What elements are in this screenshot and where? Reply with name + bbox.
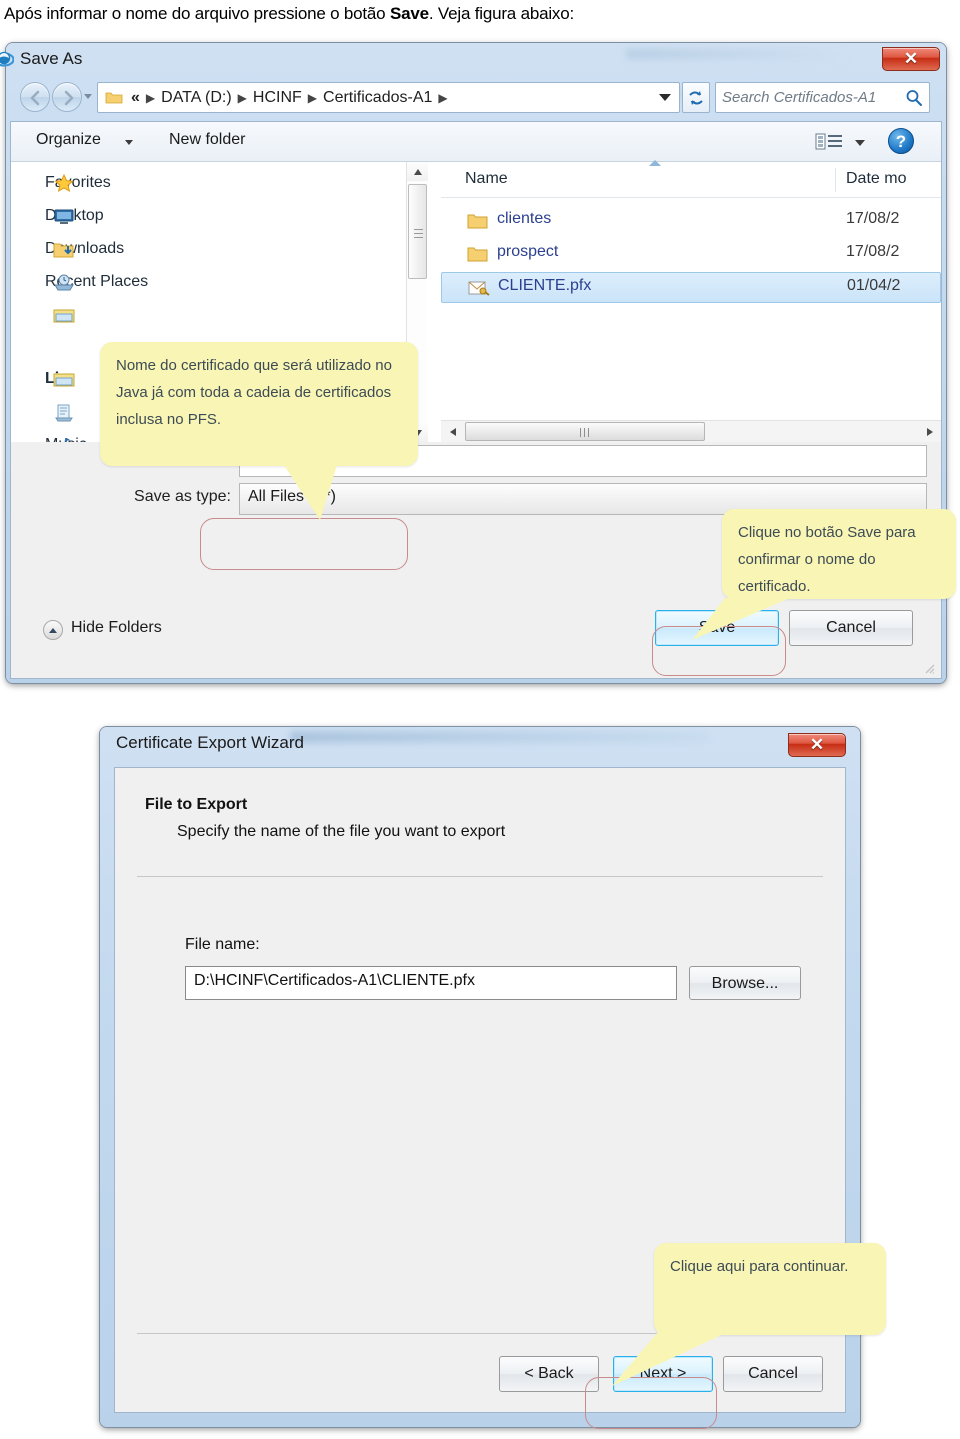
crumb-separator-1 <box>235 91 250 105</box>
callout-certificate-name-text: Nome do certificado que será utilizado n… <box>116 357 392 428</box>
libraries-icon <box>53 370 75 390</box>
forward-button[interactable] <box>52 82 82 112</box>
table-row[interactable]: prospect 17/08/2 <box>441 239 941 270</box>
crumb-separator-0 <box>143 91 158 105</box>
folder-icon <box>467 212 489 231</box>
back-button[interactable] <box>20 82 50 112</box>
crumb-separator-3 <box>435 91 450 105</box>
intro-paragraph: Após informar o nome do arquivo pression… <box>4 2 944 26</box>
address-bar[interactable]: « DATA (D:) HCINF Certificados-A1 <box>97 82 680 113</box>
sidebar-item-desktop[interactable]: Desktop <box>45 207 104 225</box>
callout-click-save: Clique no botão Save para confirmar o no… <box>722 509 956 599</box>
callout-certificate-name-tail <box>282 462 338 520</box>
documents-icon <box>53 403 75 423</box>
star-icon <box>53 173 75 193</box>
wizard-file-name-label: File name: <box>185 936 260 953</box>
certificate-file-icon <box>468 279 490 298</box>
file-date: 17/08/2 <box>846 243 900 260</box>
desktop-icon <box>53 207 75 227</box>
new-folder-button[interactable]: New folder <box>169 131 245 149</box>
column-header-date-modified[interactable]: Date mo <box>846 170 906 188</box>
navigation-bar: « DATA (D:) HCINF Certificados-A1 Search… <box>14 79 938 117</box>
wizard-file-name-input[interactable]: D:\HCINF\Certificados-A1\CLIENTE.pfx <box>185 966 677 1000</box>
scroll-left-icon[interactable] <box>443 421 462 442</box>
search-input[interactable]: Search Certificados-A1 <box>722 89 905 106</box>
ghost-background-title <box>626 49 846 59</box>
library-folder-icon <box>53 306 75 326</box>
intro-text-before: Após informar o nome do arquivo pression… <box>4 4 390 23</box>
scroll-up-icon[interactable] <box>407 162 428 181</box>
intro-text-after: . Veja figura abaixo: <box>428 4 574 23</box>
wizard-heading: File to Export <box>145 796 248 813</box>
column-separator[interactable] <box>835 168 836 192</box>
callout-click-save-tail <box>692 598 790 640</box>
save-as-title-text: Save As <box>20 49 83 68</box>
address-overflow-icon[interactable]: « <box>128 89 143 107</box>
scroll-right-icon[interactable] <box>920 421 939 442</box>
view-chevron-down-icon[interactable] <box>855 140 865 146</box>
column-header-name[interactable]: Name <box>465 170 508 188</box>
wizard-title: Certificate Export Wizard <box>116 733 304 752</box>
breadcrumb-drive[interactable]: DATA (D:) <box>158 89 235 107</box>
callout-click-save-text: Clique no botão Save para confirmar o no… <box>738 524 916 595</box>
intro-bold-save: Save <box>389 4 429 23</box>
command-bar: Organize New folder ? <box>11 122 941 162</box>
save-as-type-label: Save as type: <box>134 488 231 505</box>
file-date: 17/08/2 <box>846 210 900 227</box>
table-row[interactable]: clientes 17/08/2 <box>441 206 941 237</box>
wizard-subheading: Specify the name of the file you want to… <box>177 823 506 840</box>
address-dropdown-icon[interactable] <box>659 94 671 101</box>
table-row-selected[interactable]: CLIENTE.pfx 01/04/2 <box>441 272 941 303</box>
recent-places-icon <box>53 273 75 293</box>
internet-explorer-icon <box>0 49 15 69</box>
sidebar-item-recent-places[interactable]: Recent Places <box>45 273 148 291</box>
collapse-arrow-icon <box>43 620 63 640</box>
help-button[interactable]: ? <box>888 128 914 154</box>
chevron-down-icon[interactable] <box>125 140 133 145</box>
file-list-pane: Name Date mo clientes 17/08/2 prospect 1… <box>441 160 941 442</box>
hide-folders-label: Hide Folders <box>71 619 162 636</box>
sort-ascending-icon <box>649 160 661 166</box>
downloads-folder-icon <box>53 240 75 260</box>
resize-grip-icon[interactable] <box>923 662 935 674</box>
callout-click-next-tail <box>612 1332 728 1386</box>
ghost-wizard-title <box>290 731 710 743</box>
scrollbar-thumb[interactable] <box>408 184 427 279</box>
divider-top <box>137 876 823 877</box>
search-icon <box>906 89 922 106</box>
file-date: 01/04/2 <box>847 277 901 294</box>
save-as-title: Save As <box>0 49 83 69</box>
breadcrumb-certificados[interactable]: Certificados-A1 <box>320 89 435 107</box>
file-name: clientes <box>497 210 552 227</box>
sidebar-item-downloads[interactable]: Downloads <box>45 240 124 258</box>
wizard-close-button[interactable]: ✕ <box>788 733 846 757</box>
search-box[interactable]: Search Certificados-A1 <box>715 82 930 113</box>
browse-button[interactable]: Browse... <box>689 966 801 1000</box>
sidebar-item-favorites[interactable]: Favorites <box>45 173 111 193</box>
file-list-header: Name Date mo <box>441 160 941 198</box>
folder-icon <box>467 245 489 264</box>
sidebar-item-libraries[interactable]: Li <box>45 370 75 388</box>
callout-click-next: Clique aqui para continuar. <box>654 1243 886 1335</box>
file-list-horizontal-scrollbar[interactable] <box>441 420 941 442</box>
callout-certificate-name: Nome do certificado que será utilizado n… <box>100 342 418 466</box>
change-view-icon[interactable] <box>813 130 845 154</box>
refresh-button[interactable] <box>682 82 710 113</box>
horizontal-scrollbar-thumb[interactable] <box>465 422 705 441</box>
close-button[interactable]: ✕ <box>882 47 940 71</box>
callout-click-next-text: Clique aqui para continuar. <box>670 1258 849 1275</box>
file-name: prospect <box>497 243 559 260</box>
folder-icon <box>105 92 123 104</box>
back-button[interactable]: < Back <box>499 1356 599 1392</box>
file-name: CLIENTE.pfx <box>498 277 592 294</box>
recent-locations-caret-icon[interactable] <box>84 94 92 99</box>
crumb-separator-2 <box>305 91 320 105</box>
breadcrumb-hcinf[interactable]: HCINF <box>250 89 305 107</box>
organize-button[interactable]: Organize <box>36 131 101 149</box>
hide-folders-button[interactable]: Hide Folders <box>43 619 162 640</box>
